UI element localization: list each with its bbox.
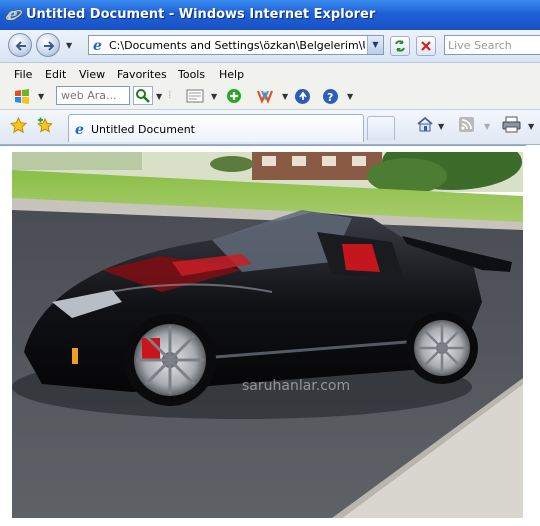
add-favorite-icon[interactable]	[36, 117, 54, 134]
messenger-icon[interactable]	[256, 88, 274, 104]
windows-flag-icon[interactable]	[14, 88, 30, 104]
address-dropdown[interactable]: ▼	[367, 36, 383, 54]
car-photo: saruhanlar.com	[12, 152, 523, 518]
new-tab-button[interactable]	[367, 116, 395, 140]
menu-file[interactable]: File	[14, 68, 32, 81]
stop-button[interactable]	[416, 36, 436, 56]
refresh-icon	[395, 40, 405, 52]
svg-text:e: e	[93, 38, 102, 52]
tab-untitled-document[interactable]: e Untitled Document	[68, 114, 364, 142]
home-dropdown[interactable]: ▼	[438, 122, 444, 131]
svg-text:e: e	[7, 5, 18, 23]
address-field[interactable]: e C:\Documents and Settings\özkan\Belgel…	[88, 35, 384, 55]
svg-text:?: ?	[327, 91, 333, 104]
home-icon[interactable]	[416, 115, 434, 133]
address-toolbar: ▼ e C:\Documents and Settings\özkan\Belg…	[0, 30, 540, 63]
add-icon[interactable]	[226, 88, 242, 104]
web-search-placeholder: web Ara...	[61, 89, 117, 102]
tab-label: Untitled Document	[91, 123, 195, 136]
menu-help[interactable]: Help	[219, 68, 244, 81]
web-search-input[interactable]: web Ara...	[56, 86, 130, 105]
live-search-placeholder: Live Search	[448, 39, 512, 52]
forward-button[interactable]	[36, 33, 60, 57]
back-button[interactable]	[8, 33, 32, 57]
photo-watermark: saruhanlar.com	[242, 378, 350, 394]
rss-dropdown[interactable]: ▼	[484, 122, 490, 131]
print-icon[interactable]	[502, 116, 521, 133]
search-toolbar: ▼ web Ara... ▼ ⁞ ▼ ▼ ? ▼	[0, 85, 540, 110]
web-search-button[interactable]	[133, 86, 153, 105]
title-bar: e Untitled Document - Windows Internet E…	[0, 0, 540, 30]
search-dropdown[interactable]: ▼	[156, 92, 162, 101]
back-arrow-icon	[15, 41, 26, 51]
info-icon[interactable]	[294, 88, 311, 105]
page-dropdown[interactable]: ▼	[211, 92, 217, 101]
help-dropdown[interactable]: ▼	[347, 92, 353, 101]
menu-favorites[interactable]: Favorites	[117, 68, 167, 81]
ie-icon: e	[6, 5, 22, 23]
rss-icon[interactable]	[459, 117, 474, 132]
car-photo-illustration: saruhanlar.com	[12, 152, 523, 518]
address-url: C:\Documents and Settings\özkan\Belgeler…	[109, 39, 365, 52]
magnifier-icon	[136, 89, 150, 103]
messenger-dropdown[interactable]: ▼	[282, 92, 288, 101]
page-icon[interactable]	[186, 89, 204, 103]
menu-bar: File Edit View Favorites Tools Help	[0, 63, 540, 85]
forward-arrow-icon	[44, 41, 55, 51]
tab-bar: e Untitled Document ▼ ▼ ▼	[0, 110, 540, 145]
recent-pages-dropdown[interactable]: ▼	[66, 41, 72, 50]
stop-icon	[421, 41, 431, 51]
window-title: Untitled Document - Windows Internet Exp…	[26, 7, 376, 22]
live-search-input[interactable]: Live Search	[444, 35, 540, 55]
menu-edit[interactable]: Edit	[45, 68, 66, 81]
menu-tools[interactable]: Tools	[178, 68, 205, 81]
menu-view[interactable]: View	[79, 68, 105, 81]
page-ie-icon: e	[75, 122, 84, 136]
help-icon[interactable]: ?	[322, 88, 339, 105]
refresh-button[interactable]	[390, 36, 410, 56]
vertical-scrollbar[interactable]	[526, 145, 540, 525]
star-icon[interactable]	[10, 117, 27, 134]
page-ie-icon: e	[93, 38, 102, 52]
print-dropdown[interactable]: ▼	[528, 122, 534, 131]
svg-text:e: e	[75, 122, 84, 136]
windows-dropdown[interactable]: ▼	[38, 92, 44, 101]
separator-grip-icon: ⁞	[168, 88, 172, 101]
